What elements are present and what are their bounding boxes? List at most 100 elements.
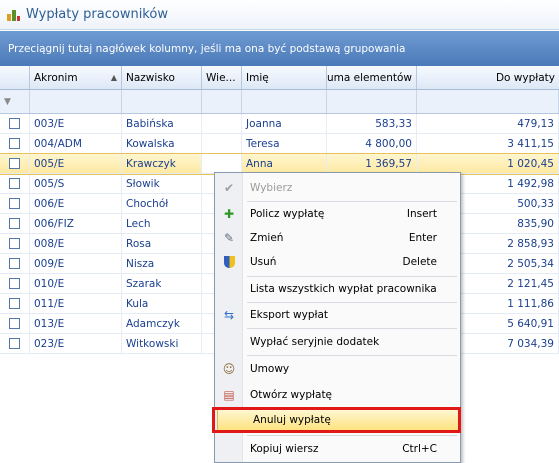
menu-item-usun[interactable]: Usuń Delete [215, 250, 460, 274]
cell-akronim[interactable]: 013/E [30, 314, 122, 333]
row-checkbox-box[interactable] [9, 178, 20, 189]
people-icon: ☺ [222, 362, 236, 376]
chart-icon [6, 8, 20, 22]
filter-do-wyplaty[interactable] [417, 90, 559, 113]
menu-item-eksport[interactable]: ⇆ Eksport wypłat [215, 303, 460, 327]
filter-cell[interactable]: ▼ [0, 90, 30, 113]
row-checkbox-box[interactable] [9, 158, 20, 169]
header-do-wyplaty[interactable]: Do wypłaty [417, 66, 559, 89]
row-checkbox-box[interactable] [9, 258, 20, 269]
row-checkbox-box[interactable] [9, 338, 20, 349]
cell-akronim[interactable]: 004/ADM [30, 134, 122, 153]
row-checkbox[interactable] [0, 194, 30, 213]
cell-nazwisko[interactable]: Szarak [122, 274, 202, 293]
row-checkbox[interactable] [0, 294, 30, 313]
row-checkbox-box[interactable] [9, 198, 20, 209]
pen-icon: ✎ [223, 231, 235, 245]
check-icon: ✔ [223, 181, 235, 195]
export-icon: ⇆ [223, 308, 235, 322]
filter-nazwisko[interactable] [122, 90, 202, 113]
row-checkbox[interactable] [0, 234, 30, 253]
row-checkbox[interactable] [0, 134, 30, 153]
menu-item-policz-wyplate[interactable]: ✚ Policz wypłatę Insert [215, 202, 460, 226]
header-select-column[interactable] [0, 66, 30, 89]
row-checkbox[interactable] [0, 314, 30, 333]
cell-nazwisko[interactable]: Słowik [122, 174, 202, 193]
menu-item-otworz[interactable]: ▤ Otwórz wypłatę [215, 383, 460, 407]
cell-suma[interactable]: 4 800,00 [327, 134, 417, 153]
cell-akronim[interactable]: 005/S [30, 174, 122, 193]
cell-suma[interactable]: 1 369,57 [327, 154, 417, 173]
cell-nazwisko[interactable]: Lech [122, 214, 202, 233]
shield-icon [223, 256, 235, 268]
cell-suma[interactable]: 583,33 [327, 114, 417, 133]
cell-imie[interactable]: Teresa [242, 134, 327, 153]
header-imie[interactable]: Imię [242, 66, 327, 89]
cell-do-wyplaty[interactable]: 3 411,15 [417, 134, 559, 153]
group-by-panel[interactable]: Przeciągnij tutaj nagłówek kolumny, jeśl… [0, 31, 559, 66]
filter-wie[interactable] [202, 90, 242, 113]
filter-akronim[interactable] [30, 90, 122, 113]
header-nazwisko[interactable]: Nazwisko [122, 66, 202, 89]
row-checkbox[interactable] [0, 274, 30, 293]
cell-do-wyplaty[interactable]: 479,13 [417, 114, 559, 133]
cell-akronim[interactable]: 008/E [30, 234, 122, 253]
cell-akronim[interactable]: 003/E [30, 114, 122, 133]
cell-akronim[interactable]: 006/FIZ [30, 214, 122, 233]
cell-nazwisko[interactable]: Kowalska [122, 134, 202, 153]
cell-akronim[interactable]: 023/E [30, 334, 122, 353]
cell-akronim[interactable]: 009/E [30, 254, 122, 273]
window-titlebar: Wypłaty pracowników [0, 0, 559, 30]
cell-nazwisko[interactable]: Kula [122, 294, 202, 313]
menu-item-lista-wyplat[interactable]: Lista wszystkich wypłat pracownika [215, 277, 460, 301]
filter-suma[interactable] [327, 90, 417, 113]
cell-akronim[interactable]: 006/E [30, 194, 122, 213]
cell-imie[interactable]: Anna [242, 154, 327, 173]
row-checkbox-box[interactable] [9, 278, 20, 289]
row-checkbox-box[interactable] [9, 218, 20, 229]
row-checkbox-box[interactable] [9, 138, 20, 149]
row-checkbox[interactable] [0, 254, 30, 273]
cell-do-wyplaty[interactable]: 1 020,45 [417, 154, 559, 173]
cell-nazwisko[interactable]: Witkowski [122, 334, 202, 353]
row-checkbox-box[interactable] [9, 238, 20, 249]
filter-icon[interactable]: ▼ [4, 97, 11, 107]
cell-nazwisko[interactable]: Rosa [122, 234, 202, 253]
header-suma[interactable]: Suma elementów [327, 66, 417, 89]
filter-imie[interactable] [242, 90, 327, 113]
table-row[interactable]: 005/E Krawczyk Anna 1 369,57 1 020,45 [0, 153, 559, 175]
row-checkbox-box[interactable] [9, 318, 20, 329]
header-akronim[interactable]: Akronim ▲ [30, 66, 122, 89]
cell-nazwisko[interactable]: Adamczyk [122, 314, 202, 333]
menu-item-wybierz[interactable]: ✔ Wybierz [215, 176, 460, 200]
cell-nazwisko[interactable]: Chochół [122, 194, 202, 213]
cell-wie[interactable] [202, 154, 242, 173]
cell-imie[interactable]: Joanna [242, 114, 327, 133]
menu-item-seryjnie[interactable]: Wypłać seryjnie dodatek [215, 330, 460, 354]
menu-item-umowy[interactable]: ☺ Umowy [215, 357, 460, 381]
cell-nazwisko[interactable]: Babińska [122, 114, 202, 133]
cell-akronim[interactable]: 005/E [30, 154, 122, 173]
row-checkbox[interactable] [0, 174, 30, 193]
header-wie[interactable]: Wie... [202, 66, 242, 89]
row-checkbox[interactable] [0, 114, 30, 133]
cell-wie[interactable] [202, 114, 242, 133]
menu-item-kopiuj[interactable]: Kopiuj wiersz Ctrl+C [215, 437, 460, 461]
table-row[interactable]: 003/E Babińska Joanna 583,33 479,13 [0, 114, 559, 134]
highlight-box [212, 407, 461, 433]
row-checkbox-box[interactable] [9, 118, 20, 129]
row-checkbox[interactable] [0, 154, 30, 173]
cell-nazwisko[interactable]: Krawczyk [122, 154, 202, 173]
filter-row: ▼ [0, 90, 559, 114]
cell-akronim[interactable]: 010/E [30, 274, 122, 293]
row-checkbox[interactable] [0, 334, 30, 353]
row-checkbox[interactable] [0, 214, 30, 233]
group-hint: Przeciągnij tutaj nagłówek kolumny, jeśl… [8, 43, 406, 55]
row-checkbox-box[interactable] [9, 298, 20, 309]
cell-wie[interactable] [202, 134, 242, 153]
cell-akronim[interactable]: 011/E [30, 294, 122, 313]
menu-item-zmien[interactable]: ✎ Zmień Enter [215, 226, 460, 250]
cell-nazwisko[interactable]: Nisza [122, 254, 202, 273]
table-row[interactable]: 004/ADM Kowalska Teresa 4 800,00 3 411,15 [0, 134, 559, 154]
window-title: Wypłaty pracowników [26, 7, 168, 22]
